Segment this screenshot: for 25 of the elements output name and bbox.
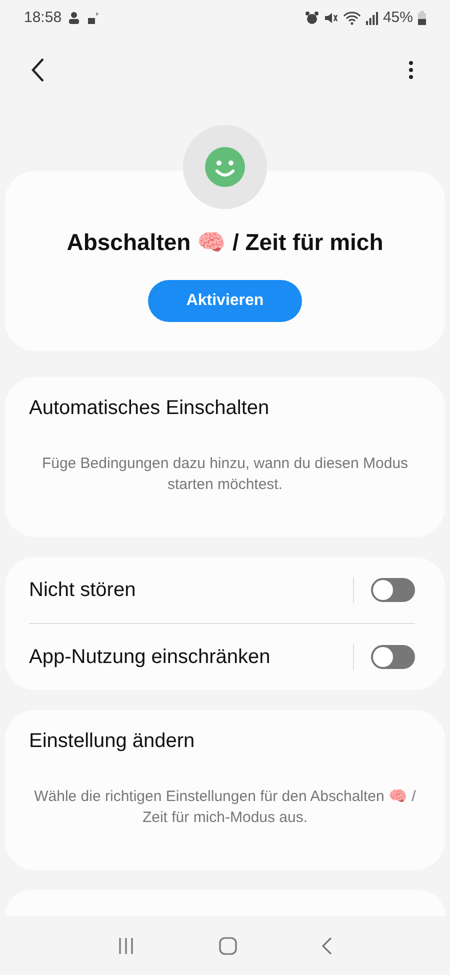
home-icon[interactable] — [219, 936, 237, 954]
notification-icon — [86, 10, 100, 24]
toggle-switch[interactable] — [371, 578, 415, 602]
signal-icon — [366, 10, 378, 24]
auto-card[interactable]: Automatisches Einschalten Füge Bedingungen dazu hinzu, wann du diesen Modus starten möchtest. — [5, 377, 445, 537]
settings-card[interactable]: Einstellung ändern Wähle die richtigen Einstellungen für den Abschalten 🧠 / Zeit für mich-Modus aus. — [5, 710, 445, 870]
auto-hint: Füge Bedingungen dazu hinzu, wann du diesen Modus starten möchtest. — [40, 454, 410, 495]
settings-title: Einstellung ändern — [29, 730, 196, 753]
auto-title: Automatisches Einschalten — [29, 397, 270, 420]
status-time: 18:58 — [24, 9, 62, 26]
more-options-icon[interactable] — [408, 60, 414, 80]
back-nav-icon[interactable] — [321, 936, 333, 954]
wifi-icon — [342, 10, 361, 24]
toggle-label: Nicht stören — [29, 578, 137, 602]
back-icon[interactable] — [30, 57, 46, 83]
battery-percent: 45% — [382, 9, 413, 26]
notification-icon — [66, 10, 81, 24]
toggle-label: App-Nutzung einschränken — [29, 646, 272, 668]
mode-title: Abschalten 🧠 / Zeit für mich — [66, 229, 384, 256]
recent-apps-icon[interactable] — [117, 936, 135, 954]
toggle-switch[interactable] — [371, 645, 415, 669]
settings-hint: Wähle die richtigen Einstellungen für den Abschalten 🧠 / Zeit für mich-Modus aus. — [33, 787, 417, 828]
battery-icon — [418, 10, 426, 24]
mute-icon — [324, 10, 338, 24]
smiley-icon — [205, 147, 245, 187]
